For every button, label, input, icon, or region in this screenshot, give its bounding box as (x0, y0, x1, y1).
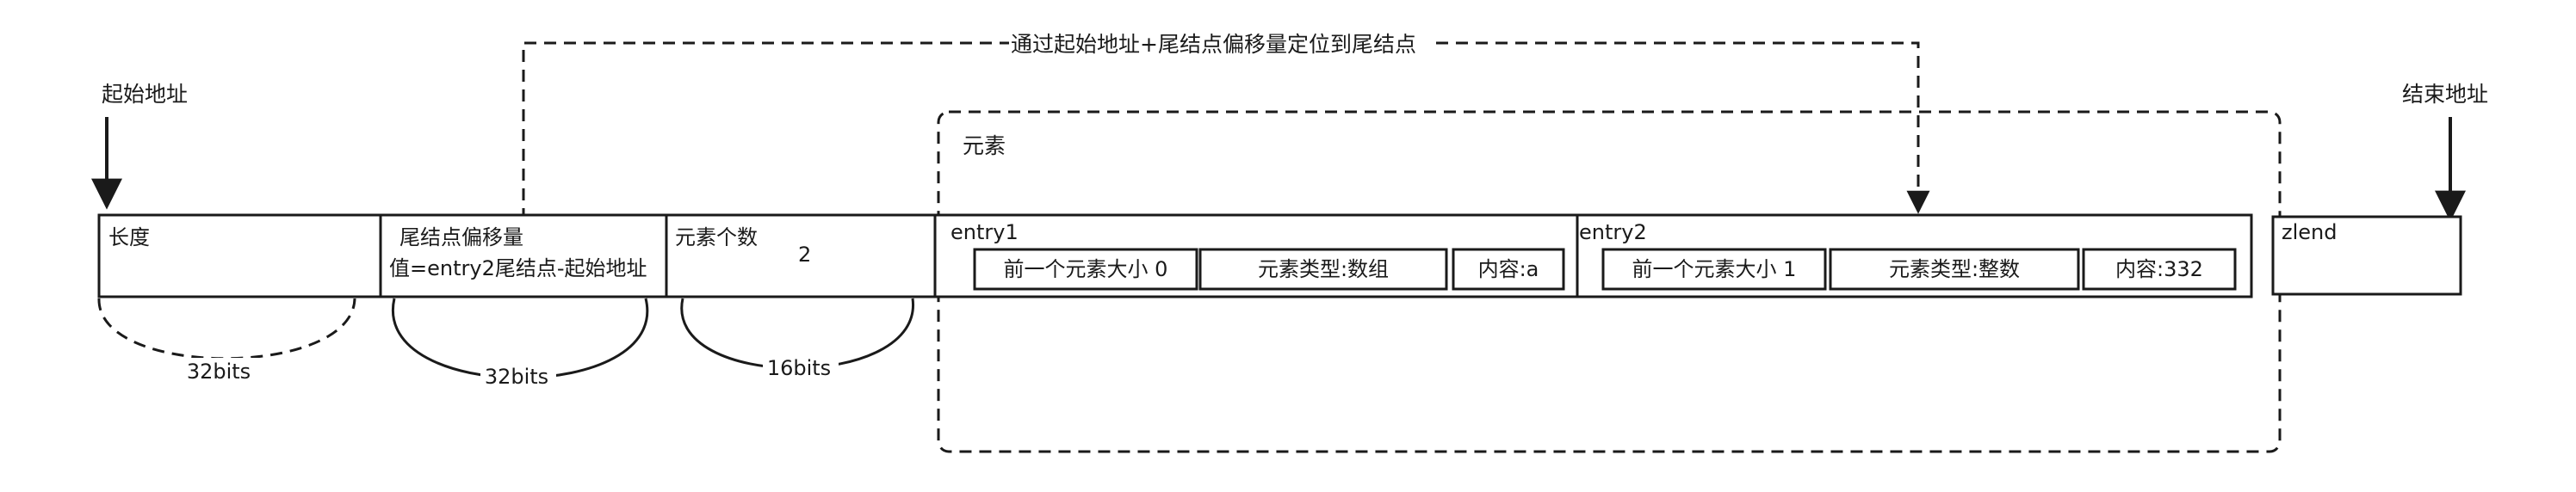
tail-offset-title: 尾结点偏移量 (399, 225, 523, 249)
elements-label: 元素 (963, 133, 1006, 158)
entry1-content: 内容:a (1478, 257, 1539, 281)
count-title: 元素个数 (675, 225, 758, 249)
locate-path (522, 41, 1009, 220)
zlend-label: zlend (2282, 220, 2337, 244)
entry2-type: 元素类型:整数 (1889, 257, 2020, 281)
tail-offset-value: 值=entry2尾结点-起始地址 (389, 256, 647, 280)
offset-bits-label: 32bits (485, 365, 548, 389)
length-bits-brace (97, 298, 356, 360)
length-field-label: 长度 (108, 225, 150, 249)
count-value: 2 (798, 243, 811, 267)
entry2-label: entry2 (1579, 220, 1647, 244)
entry1-prev-len: 前一个元素大小 0 (1004, 257, 1168, 281)
locate-label: 通过起始地址+尾结点偏移量定位到尾结点 (1011, 32, 1416, 57)
entry2-prev-len: 前一个元素大小 1 (1632, 257, 1797, 281)
entry2-content: 内容:332 (2115, 257, 2203, 281)
entry1-label: entry1 (951, 220, 1019, 244)
start-address-label: 起始地址 (102, 82, 188, 107)
entry1-type: 元素类型:数组 (1258, 257, 1389, 281)
count-bits-label: 16bits (767, 356, 831, 380)
end-address-label: 结束地址 (2402, 82, 2488, 107)
ziplist-diagram: 起始地址 结束地址 通过起始地址+尾结点偏移量定位到尾结点 元素 长度 尾结点偏… (91, 32, 2488, 453)
length-bits-label: 32bits (187, 360, 251, 384)
locate-path-tail (1436, 41, 1930, 214)
